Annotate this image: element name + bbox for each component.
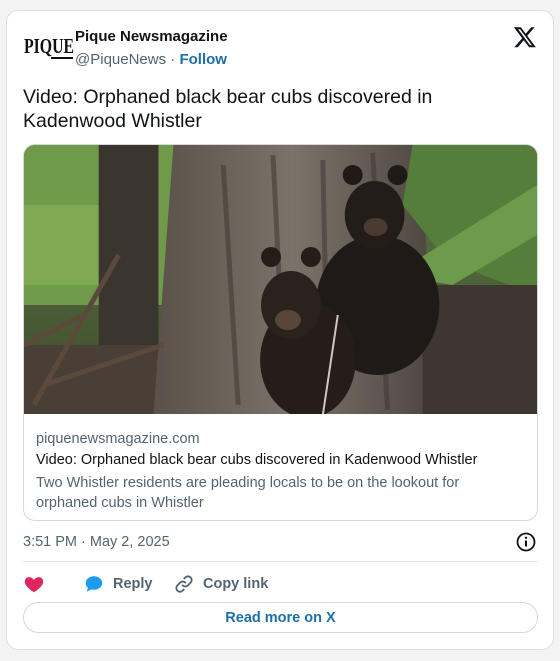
link-icon: [175, 575, 193, 593]
reply-label: Reply: [113, 576, 153, 592]
x-logo-icon[interactable]: [513, 25, 537, 49]
reply-bubble-icon: [85, 576, 103, 592]
embedded-tweet-card: PIQUE Pique Newsmagazine @PiqueNews · Fo…: [6, 10, 554, 650]
handle-row: @PiqueNews · Follow: [75, 51, 227, 68]
pique-logo-text: PIQUE: [24, 34, 74, 58]
heart-icon: [24, 577, 44, 593]
tweet-header: PIQUE Pique Newsmagazine @PiqueNews · Fo…: [7, 11, 553, 81]
author-name[interactable]: Pique Newsmagazine: [75, 28, 228, 45]
tweet-actions: Reply Copy link: [23, 569, 538, 599]
info-icon[interactable]: [515, 531, 537, 553]
pique-logo[interactable]: PIQUE: [23, 31, 75, 65]
read-more-button[interactable]: Read more on X: [23, 602, 538, 633]
separator-dot: ·: [170, 51, 176, 68]
copy-link-button[interactable]: Copy link: [173, 569, 268, 599]
like-button[interactable]: [23, 569, 45, 599]
bear-cubs-photo: [24, 145, 537, 414]
author-handle[interactable]: @PiqueNews: [75, 51, 166, 68]
reply-button[interactable]: Reply: [83, 569, 153, 599]
link-description: Two Whistler residents are pleading loca…: [36, 475, 460, 511]
link-preview-card[interactable]: piquenewsmagazine.com Video: Orphaned bl…: [23, 144, 538, 521]
link-title: Video: Orphaned black bear cubs discover…: [36, 452, 478, 468]
copy-link-label: Copy link: [203, 576, 269, 592]
link-domain: piquenewsmagazine.com: [36, 431, 200, 447]
divider: [23, 561, 538, 562]
tweet-timestamp[interactable]: 3:51 PM · May 2, 2025: [23, 534, 170, 550]
follow-button[interactable]: Follow: [179, 51, 227, 68]
tweet-text: Video: Orphaned black bear cubs discover…: [23, 86, 433, 132]
